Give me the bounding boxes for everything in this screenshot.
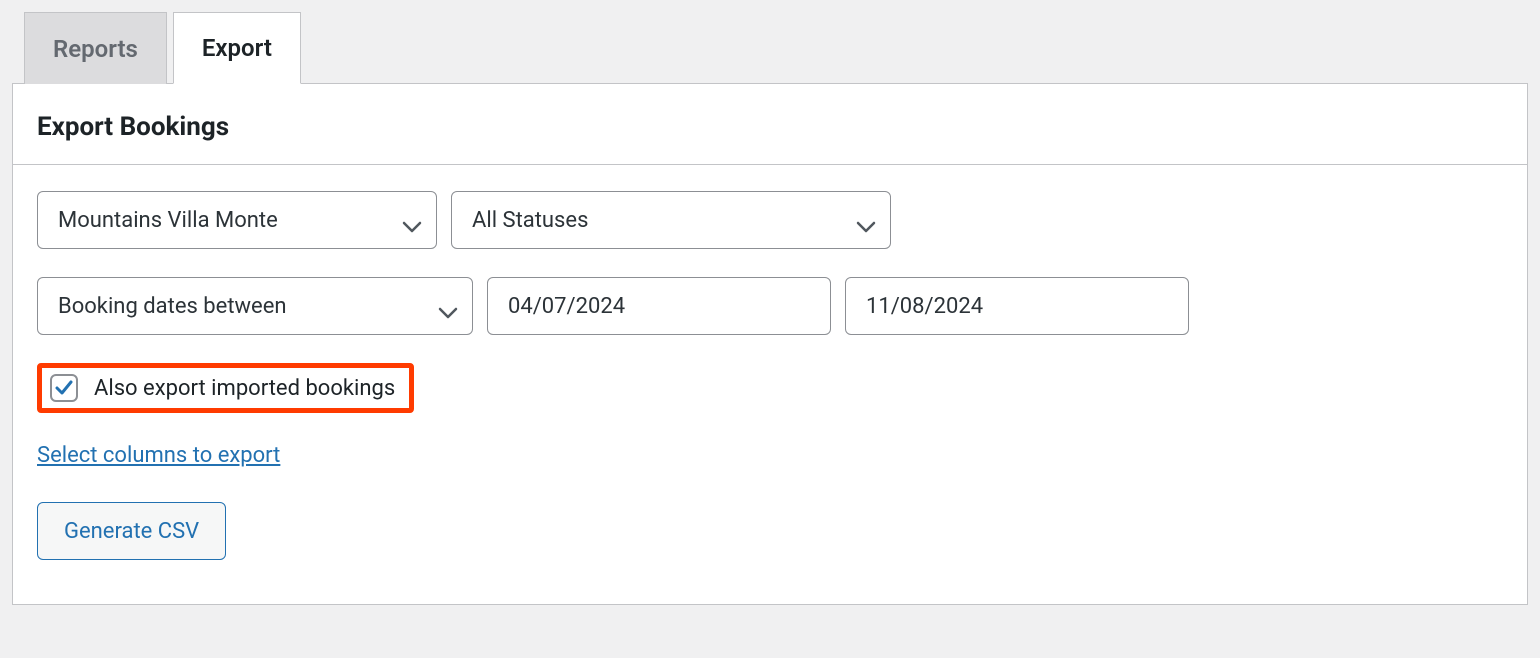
accommodation-select[interactable]: Mountains Villa Monte [37,191,437,249]
filter-row-2: Booking dates between 04/07/2024 11/08/2… [37,277,1503,335]
status-select-value: All Statuses [472,208,588,233]
select-columns-link[interactable]: Select columns to export [37,443,280,468]
also-export-highlight: Also export imported bookings [37,363,414,413]
panel-heading: Export Bookings [13,84,1527,165]
chevron-down-icon [402,214,422,226]
tab-export[interactable]: Export [173,12,301,84]
export-panel: Export Bookings Mountains Villa Monte Al… [12,84,1528,605]
tab-reports[interactable]: Reports [24,12,167,84]
filter-row-1: Mountains Villa Monte All Statuses [37,191,1503,249]
date-to-value: 11/08/2024 [866,294,983,319]
accommodation-select-value: Mountains Villa Monte [58,208,278,233]
generate-csv-button[interactable]: Generate CSV [37,502,226,560]
status-select[interactable]: All Statuses [451,191,891,249]
date-from-input[interactable]: 04/07/2024 [487,277,831,335]
date-from-value: 04/07/2024 [508,294,625,319]
chevron-down-icon [438,300,458,312]
also-export-label: Also export imported bookings [94,376,395,401]
chevron-down-icon [856,214,876,226]
columns-link-row: Select columns to export [37,443,1503,468]
date-mode-select-value: Booking dates between [58,294,287,319]
date-mode-select[interactable]: Booking dates between [37,277,473,335]
actions-row: Generate CSV [37,502,1503,560]
also-export-checkbox[interactable] [50,374,78,402]
tab-bar: Reports Export [12,0,1528,84]
date-to-input[interactable]: 11/08/2024 [845,277,1189,335]
page-wrap: Reports Export Export Bookings Mountains… [0,0,1540,617]
panel-body: Mountains Villa Monte All Statuses Booki… [13,165,1527,604]
